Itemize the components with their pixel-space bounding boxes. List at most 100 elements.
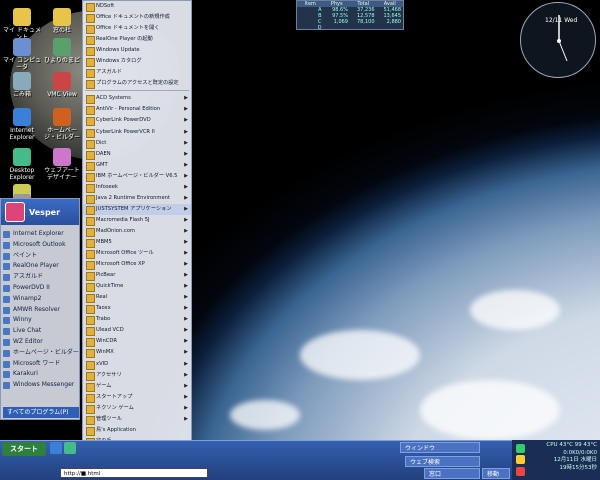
tray-icon-volume[interactable] (516, 455, 525, 464)
pinned-program[interactable]: ペイント (1, 251, 81, 262)
program-menu-item[interactable]: GMT ▶ (83, 160, 191, 171)
start-button[interactable]: スタート (2, 442, 46, 456)
program-menu-item[interactable]: 鳥's Application (83, 425, 191, 436)
pinned-program[interactable]: Winny (1, 315, 81, 326)
pinned-program[interactable]: WZ Editor (1, 337, 81, 348)
submenu-arrow-icon: ▶ (184, 338, 188, 345)
program-menu-label: Macromedia Flash 5J (96, 216, 150, 223)
program-menu-item[interactable]: Windows カタログ (83, 56, 191, 68)
program-menu-item[interactable]: Infoseek ▶ (83, 182, 191, 193)
tray-icon-network[interactable] (516, 444, 525, 453)
program-menu-item[interactable]: PicBear ▶ (83, 270, 191, 282)
ie-quicklaunch-icon[interactable] (50, 442, 62, 454)
program-menu-item[interactable]: Microsoft Office ツール ▶ (83, 248, 191, 260)
desktop-icon[interactable]: ごみ箱 (2, 72, 42, 98)
submenu-arrow-icon: ▶ (184, 139, 188, 146)
tray-network: 0:0K0/0:0K0 (563, 449, 597, 456)
desktop-icon[interactable]: ウェブアートデザイナー (42, 148, 82, 181)
program-menu-item[interactable]: ACD Systems ▶ (83, 93, 191, 105)
desktop-icon-label: マイ コンピュータ (3, 57, 41, 71)
program-menu-item[interactable]: Java 2 Runtime Environment ▶ (83, 193, 191, 204)
pinned-program[interactable]: Microsoft Outlook (1, 240, 81, 251)
program-menu-item[interactable]: Trabo ▶ (83, 314, 191, 326)
desktop-icon[interactable]: 窓の杜 (42, 8, 82, 34)
pinned-program[interactable]: ホームページ・ビルダー (1, 348, 81, 359)
submenu-arrow-icon: ▶ (184, 316, 188, 323)
program-menu-label: Microsoft Office ツール (96, 250, 154, 257)
program-menu-item[interactable]: CyberLink PowerDVD ▶ (83, 115, 191, 127)
submenu-arrow-icon: ▶ (184, 106, 188, 113)
system-tray: CPU 43°C 99 43°C 0:0K0/0:0K0 12月11日 水曜日 … (512, 440, 600, 480)
program-menu-item[interactable]: 管理ツール ▶ (83, 414, 191, 425)
analog-clock: 12/11 Wed (520, 2, 596, 78)
pinned-program[interactable]: RealOne Player (1, 261, 81, 272)
taskbar-button-search[interactable]: ウェブ検索 (405, 456, 480, 467)
program-menu-label: アクセサリ (96, 371, 122, 378)
submenu-arrow-icon: ▶ (184, 194, 188, 201)
program-menu-item[interactable]: Windows Update (83, 45, 191, 57)
pinned-program[interactable]: PowerDVD II (1, 283, 81, 294)
program-menu-item[interactable]: Dict ▶ (83, 138, 191, 149)
program-menu-item[interactable]: ゲーム ▶ (83, 381, 191, 392)
program-menu-item[interactable]: IBM ホームページ・ビルダー V6.5 ▶ (83, 171, 191, 182)
pinned-program[interactable]: Karakuri (1, 369, 81, 380)
program-menu-item[interactable]: DAEN ▶ (83, 149, 191, 160)
desktop-icon-label: Desktop Explorer (9, 167, 35, 181)
program-menu-item[interactable]: Office ドキュメントの新規作成 (83, 12, 191, 24)
meter-cell (350, 25, 377, 31)
tray-icon-alert[interactable] (516, 467, 525, 476)
program-menu-item[interactable]: Office ドキュメントを開く (83, 23, 191, 35)
vm-icon (53, 72, 71, 90)
program-menu-item[interactable]: WinMX ▶ (83, 347, 191, 359)
program-menu-item[interactable]: xVID ▶ (83, 359, 191, 370)
program-menu-item[interactable]: Taoxx ▶ (83, 303, 191, 315)
desktop-icon[interactable]: マイ コンピュータ (2, 38, 42, 71)
program-menu-item[interactable]: アクセサリ ▶ (83, 370, 191, 381)
all-programs-button[interactable]: すべてのプログラム(P) (3, 407, 79, 418)
program-menu-item[interactable]: プログラムのアクセスと既定の設定 (83, 78, 191, 90)
program-menu-item[interactable]: NDSoft (83, 1, 191, 13)
program-menu-item[interactable]: AntiVir - Personal Edition ▶ (83, 104, 191, 116)
desktop-icon[interactable]: Internet Explorer (2, 108, 42, 141)
desktop-icon[interactable]: VMC View (42, 72, 82, 98)
taskbar-button-window[interactable]: ウィンドウ (400, 442, 480, 453)
pinned-program[interactable]: Internet Explorer (1, 229, 81, 240)
tray-cpu-temp: CPU 43°C 99 43°C (546, 442, 597, 448)
program-menu-item[interactable]: アスガルド (83, 67, 191, 79)
pinned-program[interactable]: Microsoft ワード (1, 359, 81, 370)
program-menu-item[interactable]: WinCDR ▶ (83, 336, 191, 348)
program-menu-item[interactable]: Macromedia Flash 5J ▶ (83, 215, 191, 226)
program-menu-item[interactable]: JUSTSYSTEM アプリケーション ▶ (83, 203, 191, 215)
user-avatar[interactable] (5, 202, 25, 222)
taskbar-button-window2[interactable]: 窓口 (424, 468, 480, 479)
computer-icon (13, 38, 31, 56)
start-menu-header: Vesper (1, 199, 79, 225)
program-menu-item[interactable]: スタートアップ ▶ (83, 392, 191, 403)
go-button[interactable]: 移動 (482, 468, 510, 479)
desktop-icon[interactable]: ひよりのまど (42, 38, 82, 64)
program-menu-item[interactable]: MadOnion.com ▶ (83, 226, 191, 237)
program-menu-item[interactable]: Real ▶ (83, 292, 191, 304)
desktop-icon[interactable]: Desktop Explorer (2, 148, 42, 181)
pinned-program[interactable]: アスガルド (1, 272, 81, 283)
submenu-arrow-icon: ▶ (184, 128, 188, 135)
program-menu-item[interactable]: QuickTime ▶ (83, 281, 191, 293)
program-menu-item[interactable]: Microsoft Office XP ▶ (83, 259, 191, 271)
meter-row: D (297, 25, 403, 31)
program-menu-item[interactable]: ネクソン ゲーム ▶ (83, 403, 191, 414)
pinned-program[interactable]: Live Chat (1, 326, 81, 337)
program-menu-label: MadOnion.com (96, 227, 135, 234)
pinned-program[interactable]: AMWR Resolver (1, 305, 81, 316)
desktop-icon[interactable]: ホームページ・ビルダー (42, 108, 82, 141)
desktop-icon[interactable]: マイ ドキュメント (2, 8, 42, 41)
address-bar[interactable]: http://■.html (60, 468, 208, 478)
pinned-program[interactable]: Windows Messenger (1, 380, 81, 391)
cloud (470, 290, 560, 330)
program-menu-item[interactable]: MBM5 ▶ (83, 237, 191, 249)
submenu-arrow-icon: ▶ (184, 272, 188, 279)
program-menu-item[interactable]: CyberLink PowerVCR II ▶ (83, 127, 191, 138)
pinned-program[interactable]: Winamp2 (1, 294, 81, 305)
program-menu-item[interactable]: RealOne Player の起動 (83, 34, 191, 46)
program-menu-item[interactable]: Ulead VCD ▶ (83, 325, 191, 337)
desktop-quicklaunch-icon[interactable] (64, 442, 76, 454)
